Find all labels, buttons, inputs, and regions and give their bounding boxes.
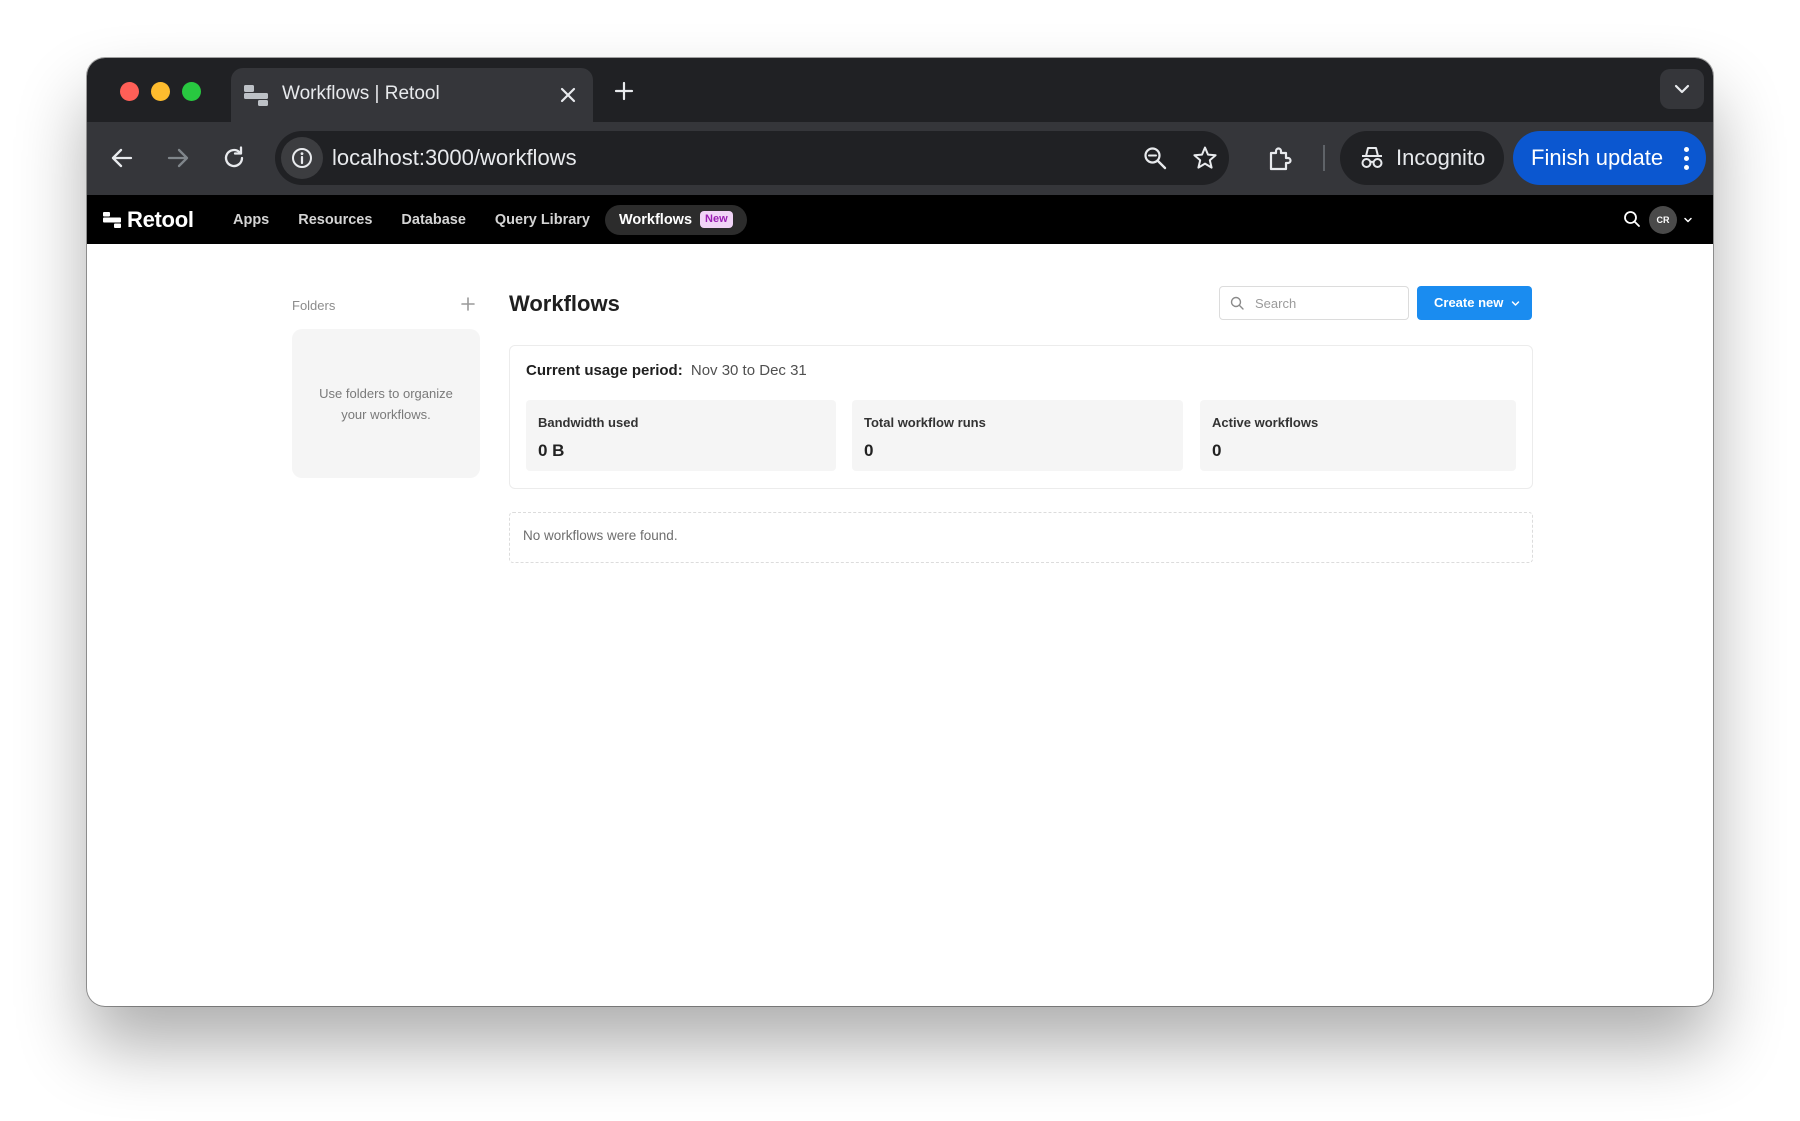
new-badge: New [700,211,733,228]
stat-label: Active workflows [1212,415,1319,430]
page-title: Workflows [509,291,620,316]
more-vertical-icon[interactable] [1684,147,1690,171]
nav-database[interactable]: Database [387,205,479,235]
folders-label: Folders [292,298,336,313]
empty-state-message: No workflows were found. [523,528,678,543]
extensions-puzzle-icon[interactable] [1265,144,1295,174]
retool-logo[interactable]: Retool [103,207,194,233]
usage-card: Current usage period: Nov 30 to Dec 31 B… [509,345,1533,489]
retool-logo-text: Retool [127,207,194,232]
nav-workflows-label: Workflows [618,211,693,228]
zoom-icon[interactable] [1142,145,1168,171]
site-info-button[interactable] [281,137,323,179]
plus-icon[interactable] [612,79,636,103]
info-icon [292,148,312,168]
nav-resources[interactable]: Resources [284,205,386,235]
reload-icon[interactable] [220,144,248,172]
nav-query-library[interactable]: Query Library [481,205,604,235]
incognito-label: Incognito [1396,145,1486,170]
stat-total-runs: Total workflow runs 0 [852,400,1183,471]
tab-strip: Workflows | Retool [87,58,1713,122]
stat-label: Bandwidth used [538,415,639,430]
folders-empty-message: Use folders to organize your workflows. [319,386,453,422]
usage-period-range: Nov 30 to Dec 31 [690,362,807,379]
create-new-label: Create new [1434,295,1504,310]
workflows-empty-state: No workflows were found. [509,512,1533,563]
tab-search-button[interactable] [1660,69,1704,109]
close-icon[interactable] [557,84,579,106]
folders-empty-panel: Use folders to organize your workflows. [292,329,480,478]
stat-value: 0 [864,441,874,460]
maximize-window-button[interactable] [182,82,201,101]
back-arrow-icon[interactable] [108,144,136,172]
tab-title: Workflows | Retool [282,83,440,104]
stat-bandwidth: Bandwidth used 0 B [526,400,836,471]
browser-window: Workflows | Retool localhost:3000/workfl… [87,58,1713,1006]
main-nav: Apps Resources Database Query Library Wo… [219,195,748,244]
nav-workflows[interactable]: Workflows New [604,204,747,235]
retool-favicon-icon [244,85,268,106]
incognito-indicator[interactable]: Incognito [1340,131,1504,185]
minimize-window-button[interactable] [151,82,170,101]
incognito-icon [1361,147,1383,168]
user-avatar[interactable]: CR [1649,206,1677,234]
add-folder-plus-icon[interactable] [461,297,475,311]
usage-period: Current usage period: Nov 30 to Dec 31 [526,362,807,379]
stat-value: 0 B [538,441,565,460]
usage-period-label: Current usage period: [526,362,683,379]
address-bar[interactable]: localhost:3000/workflows [275,131,1229,185]
stat-value: 0 [1212,441,1222,460]
search-icon [1230,296,1244,310]
chevron-down-icon[interactable] [1683,215,1693,225]
finish-update-button[interactable]: Finish update [1513,131,1706,185]
close-window-button[interactable] [120,82,139,101]
toolbar-divider [1323,145,1325,171]
stat-active-workflows: Active workflows 0 [1200,400,1516,471]
finish-update-label: Finish update [1531,145,1664,170]
search-icon[interactable] [1623,210,1641,228]
bookmark-star-icon[interactable] [1192,145,1218,171]
browser-tab-active[interactable]: Workflows | Retool [231,68,593,122]
url-text[interactable]: localhost:3000/workflows [332,145,577,171]
forward-arrow-icon[interactable] [164,144,192,172]
nav-apps[interactable]: Apps [219,205,283,235]
search-input[interactable] [1253,287,1405,319]
workflow-search[interactable] [1219,286,1409,320]
chevron-down-icon [1674,84,1690,94]
chevron-down-icon [1511,301,1520,306]
browser-toolbar: localhost:3000/workflows Incognito Finis… [87,122,1713,195]
retool-logo-icon [103,212,121,228]
stat-label: Total workflow runs [864,415,986,430]
create-new-button[interactable]: Create new [1417,286,1532,320]
retool-top-nav: Retool Apps Resources Database Query Lib… [87,195,1713,244]
